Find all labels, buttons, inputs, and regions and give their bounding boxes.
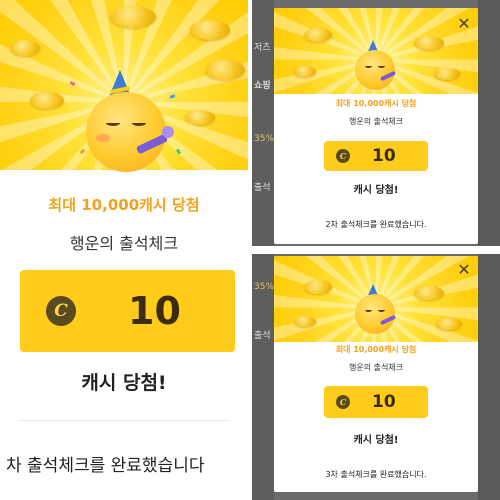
emoji-face — [86, 92, 166, 172]
emoji-eye — [378, 64, 385, 68]
background-app-strip — [478, 254, 500, 500]
emoji-eye — [378, 308, 385, 312]
completion-message: 2차 출석체크를 완료했습니다. — [325, 220, 427, 229]
emoji-eye — [132, 120, 146, 126]
prize-title: 최대 10,000캐시 당첨 — [335, 345, 417, 354]
attendance-popup-3: ✕ 최대 10,000캐시 당첨 행운의 출석체크 C 10 캐시 당첨! 3차… — [274, 256, 478, 492]
coin-decoration — [434, 68, 460, 80]
cash-amount-box: C 10 — [324, 141, 428, 171]
emoji-face — [355, 50, 395, 90]
coin-decoration — [10, 40, 40, 56]
completion-message: 차 출석체크를 완료했습니다 — [6, 456, 205, 476]
background-text: 35% — [254, 134, 275, 144]
cash-won-label: 캐시 당첨! — [353, 435, 399, 446]
close-icon[interactable]: ✕ — [456, 262, 472, 278]
coin-decoration — [436, 318, 462, 330]
subtitle: 행운의 출석체크 — [69, 234, 179, 253]
cash-won-label: 캐시 당첨! — [81, 372, 167, 394]
coin-decoration — [304, 28, 332, 42]
left-attendance-card: 최대 10,000캐시 당첨 행운의 출석체크 C 10 캐시 당첨! 차 출석… — [0, 0, 248, 500]
background-text: 쇼핑 — [254, 81, 271, 91]
coin-decoration — [30, 92, 64, 109]
coin-decoration — [110, 6, 156, 28]
cash-amount-box: C 10 — [324, 386, 428, 418]
cash-won-label: 캐시 당첨! — [353, 185, 399, 196]
partying-face-emoji — [352, 40, 402, 90]
cash-amount: 10 — [372, 392, 396, 412]
background-text: 저츠 — [254, 43, 271, 53]
bottom-right-screen: 35% 출석 ✕ 최대 10,000캐시 당첨 행운의 출석체크 C 10 캐시… — [252, 254, 500, 500]
coin-decoration — [414, 286, 444, 300]
coin-decoration — [304, 280, 332, 294]
divider — [20, 420, 228, 421]
close-icon[interactable]: ✕ — [456, 16, 472, 32]
party-horn-tip — [162, 126, 174, 138]
background-app-strip — [252, 0, 274, 246]
emoji-eye — [365, 308, 372, 312]
cash-amount: 10 — [128, 289, 181, 333]
background-text: 출석 — [254, 331, 271, 341]
cash-amount: 10 — [372, 146, 396, 166]
coin-decoration — [190, 20, 230, 40]
cash-amount-box: C 10 — [20, 270, 235, 352]
coin-decoration — [205, 60, 245, 80]
prize-title: 최대 10,000캐시 당첨 — [335, 99, 417, 108]
background-text: 출석 — [254, 183, 271, 193]
coin-decoration — [294, 316, 316, 327]
emoji-eye — [365, 64, 372, 68]
partying-face-emoji — [352, 284, 402, 334]
cash-coin-icon: C — [46, 296, 76, 326]
cash-coin-icon: C — [336, 395, 350, 409]
prize-title: 최대 10,000캐시 당첨 — [48, 196, 200, 214]
emoji-eye — [106, 120, 120, 126]
top-right-screen: 저츠 쇼핑 35% 출석 ✕ 최대 10,000캐시 당첨 행운의 출석체크 C… — [252, 0, 500, 246]
attendance-popup-2: ✕ 최대 10,000캐시 당첨 행운의 출석체크 C 10 캐시 당첨! 2차… — [274, 8, 478, 244]
emoji-cheek — [96, 134, 110, 142]
subtitle: 행운의 출석체크 — [348, 117, 404, 126]
emoji-face — [355, 294, 395, 334]
background-text: 35% — [254, 282, 275, 292]
background-app-strip — [478, 0, 500, 246]
coin-decoration — [294, 66, 316, 77]
cash-coin-icon: C — [336, 149, 350, 163]
completion-message: 3차 출석체크를 완료했습니다. — [325, 470, 427, 479]
coin-decoration — [414, 36, 444, 50]
panel-separator — [252, 246, 500, 254]
coin-decoration — [185, 110, 215, 125]
partying-face-emoji — [80, 70, 180, 172]
subtitle: 행운의 출석체크 — [348, 363, 404, 372]
